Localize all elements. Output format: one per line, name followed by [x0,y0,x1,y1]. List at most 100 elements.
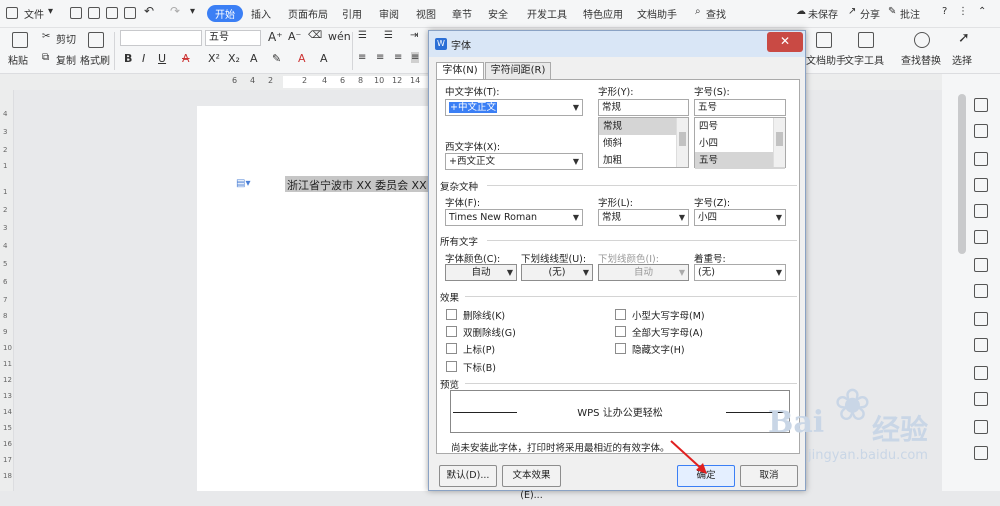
default-button[interactable]: 默认(D)... [439,465,497,487]
cursor-icon[interactable]: ➚ [958,30,970,46]
tab-view[interactable]: 视图 [416,6,436,21]
text-tools-icon[interactable] [858,32,874,48]
font-size-combo[interactable]: 五号 [205,30,261,46]
tab-review[interactable]: 审阅 [379,6,399,21]
superscript-icon[interactable]: X² [208,52,220,65]
tab-insert[interactable]: 插入 [251,6,271,21]
format-painter-icon[interactable] [88,32,104,48]
all-caps-checkbox[interactable] [615,326,626,337]
copy-button[interactable]: 复制 [56,52,76,67]
chart-bar-icon[interactable] [974,312,988,326]
scroll-thumb[interactable] [776,132,783,146]
export-icon[interactable] [88,7,100,19]
book-icon[interactable] [974,366,988,380]
undo-icon[interactable]: ↶ [144,4,154,18]
cn-font-select[interactable]: +中文正文 ▼ [445,99,583,116]
highlight-icon[interactable]: ✎ [272,52,281,65]
list-scrollbar[interactable] [676,118,688,167]
find-replace-icon[interactable] [914,32,930,48]
underline-type-select[interactable]: (无) ▼ [521,264,593,281]
align-right-icon[interactable]: ≡ [394,52,402,63]
strikethrough-checkbox[interactable] [446,309,457,320]
complex-font-select[interactable]: Times New Roman ▼ [445,209,583,226]
doc-assistant-icon[interactable] [816,32,832,48]
subscript-icon[interactable]: X₂ [228,52,240,65]
hidden-text-checkbox[interactable] [615,343,626,354]
menu-icon[interactable] [6,7,18,19]
sidebar-tool-icon[interactable] [974,98,988,112]
image-icon[interactable] [974,204,988,218]
scrollbar[interactable] [958,94,966,254]
tab-home[interactable]: 开始 [207,5,243,22]
chart-icon[interactable] [974,258,988,272]
bullet-list-icon[interactable]: ☰ [358,30,367,41]
font-name-combo[interactable] [120,30,202,46]
text-tools-button[interactable]: 文字工具 [844,52,884,67]
strikethrough-icon[interactable]: A [182,52,190,65]
table-icon[interactable] [974,230,988,244]
chevron-down-icon[interactable]: ▾ [48,6,53,17]
select-button[interactable]: 选择 [952,52,972,67]
grow-font-icon[interactable]: A⁺ [268,30,283,44]
share-button[interactable]: 分享 [860,6,880,21]
double-strikethrough-checkbox[interactable] [446,326,457,337]
find-replace-button[interactable]: 查找替换 [901,52,941,67]
paste-button[interactable]: 粘贴 [8,52,28,67]
italic-icon[interactable]: I [142,52,145,65]
small-caps-checkbox[interactable] [615,309,626,320]
list-item[interactable]: 小四 [695,135,785,152]
cut-button[interactable]: 剪切 [56,31,76,46]
format-painter-button[interactable]: 格式刷 [80,52,110,67]
dialog-titlebar[interactable]: W 字体 ✕ [429,31,805,57]
underline-icon[interactable]: U [158,52,166,65]
tab-security[interactable]: 安全 [488,6,508,21]
tab-references[interactable]: 引用 [342,6,362,21]
help-circle-icon[interactable] [974,420,988,434]
west-font-select[interactable]: +西文正文 ▼ [445,153,583,170]
doc-assistant-button[interactable]: 文档助手 [806,52,846,67]
tab-featured[interactable]: 特色应用 [583,6,623,21]
complex-style-select[interactable]: 常规 ▼ [598,209,689,226]
doc-icon[interactable]: ▤▾ [236,178,250,189]
superscript-checkbox[interactable] [446,343,457,354]
subscript-checkbox[interactable] [446,361,457,372]
redo-icon[interactable]: ↷ [170,4,180,18]
search-label[interactable]: 查找 [706,6,726,21]
list-item[interactable]: 四号 [695,118,785,135]
style-list[interactable]: 常规 倾斜 加粗 [598,117,689,168]
align-left-icon[interactable]: ≡ [358,52,366,63]
numbered-list-icon[interactable]: ☰ [384,30,393,41]
more-icon[interactable]: ▾ [190,6,195,17]
save-icon[interactable] [70,7,82,19]
tab-character-spacing[interactable]: 字符间距(R) [485,62,551,80]
complex-size-select[interactable]: 小四 ▼ [694,209,786,226]
collapse-icon[interactable]: ⌃ [978,6,986,17]
tab-doc-assistant[interactable]: 文档助手 [637,6,677,21]
settings-sliders-icon[interactable] [974,338,988,352]
cursor-tool-icon[interactable] [974,124,988,138]
char-shading-icon[interactable]: A [320,52,328,65]
clear-format-icon[interactable]: ⌫ [308,30,322,41]
tab-page-layout[interactable]: 页面布局 [288,6,328,21]
align-center-icon[interactable]: ≡ [376,52,384,63]
vertical-ruler[interactable]: 4 3 2 1 1 2 3 4 5 6 7 8 9 10 11 12 13 14… [0,90,14,491]
justify-icon[interactable]: ≡ [411,52,420,63]
text-effect-icon[interactable]: A [250,52,258,65]
document-page[interactable] [197,106,447,491]
list-item[interactable]: 倾斜 [599,135,688,152]
font-color-icon[interactable]: A [298,52,306,65]
shapes-icon[interactable] [974,152,988,166]
scroll-thumb[interactable] [679,132,686,146]
unsaved-status[interactable]: 未保存 [808,6,838,21]
pinyin-icon[interactable]: wén [328,30,351,43]
comment-button[interactable]: 批注 [900,6,920,21]
size-input[interactable]: 五号 [694,99,786,116]
tab-chapter[interactable]: 章节 [452,6,472,21]
indent-icon[interactable]: ⇥ [410,30,418,41]
list-scrollbar[interactable] [773,118,785,167]
file-menu[interactable]: 文件 [24,6,44,21]
list-item[interactable]: 加粗 [599,152,688,169]
list-item[interactable]: 五号 [695,152,785,169]
size-list[interactable]: 四号 小四 五号 [694,117,786,169]
edit-icon[interactable] [974,392,988,406]
